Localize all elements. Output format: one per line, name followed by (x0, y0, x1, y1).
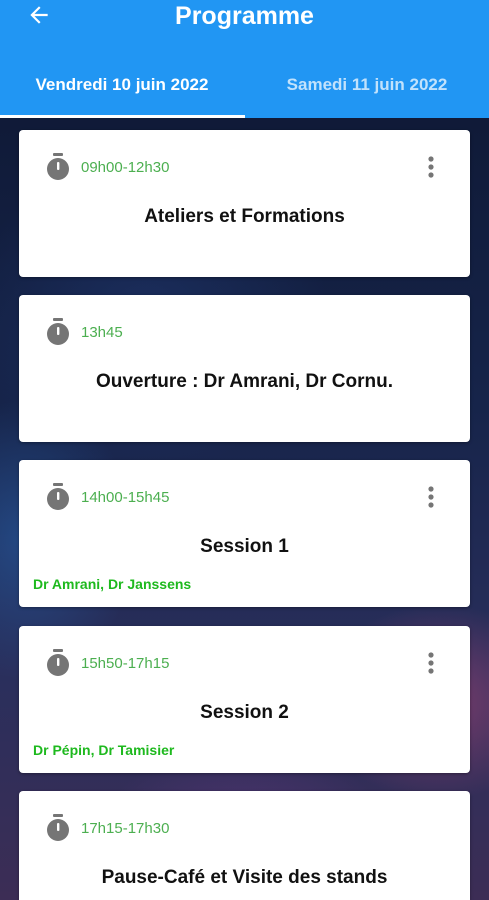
session-card[interactable]: 09h00-12h30 Ateliers et Formations (19, 130, 470, 277)
more-options-button[interactable] (420, 155, 442, 183)
app-bar: Programme Vendredi 10 juin 2022 Samedi 1… (0, 0, 489, 118)
tab-samedi[interactable]: Samedi 11 juin 2022 (245, 64, 489, 106)
session-time: 17h15-17h30 (81, 820, 170, 837)
session-speakers: Dr Pépin, Dr Tamisier (33, 742, 175, 758)
more-vert-icon (428, 485, 434, 513)
page-title: Programme (175, 2, 314, 30)
more-vert-icon (428, 155, 434, 183)
timer-icon (44, 813, 72, 843)
more-vert-icon (428, 651, 434, 679)
more-options-button[interactable] (420, 651, 442, 679)
timer-icon (44, 317, 72, 347)
session-card[interactable]: 15h50-17h15 Session 2 Dr Pépin, Dr Tamis… (19, 626, 470, 773)
session-title: Ateliers et Formations (144, 206, 345, 227)
session-time: 15h50-17h15 (81, 655, 170, 672)
session-title: Session 1 (200, 536, 289, 557)
session-title: Session 2 (200, 702, 289, 723)
back-button[interactable] (18, 0, 60, 34)
timer-icon (44, 482, 72, 512)
session-card[interactable]: 13h45 Ouverture : Dr Amrani, Dr Cornu. (19, 295, 470, 442)
session-time: 09h00-12h30 (81, 159, 170, 176)
tab-vendredi[interactable]: Vendredi 10 juin 2022 (0, 64, 244, 106)
session-time: 14h00-15h45 (81, 489, 170, 506)
timer-icon (44, 648, 72, 678)
arrow-left-icon (26, 2, 52, 33)
tab-indicator (0, 115, 245, 118)
session-card[interactable]: 14h00-15h45 Session 1 Dr Amrani, Dr Jans… (19, 460, 470, 607)
more-options-button[interactable] (420, 485, 442, 513)
session-title: Pause-Café et Visite des stands (101, 867, 388, 888)
session-time: 13h45 (81, 324, 123, 341)
timer-icon (44, 152, 72, 182)
session-speakers: Dr Amrani, Dr Janssens (33, 576, 192, 592)
session-title: Ouverture : Dr Amrani, Dr Cornu. (95, 371, 393, 392)
session-card[interactable]: 17h15-17h30 Pause-Café et Visite des sta… (19, 791, 470, 900)
